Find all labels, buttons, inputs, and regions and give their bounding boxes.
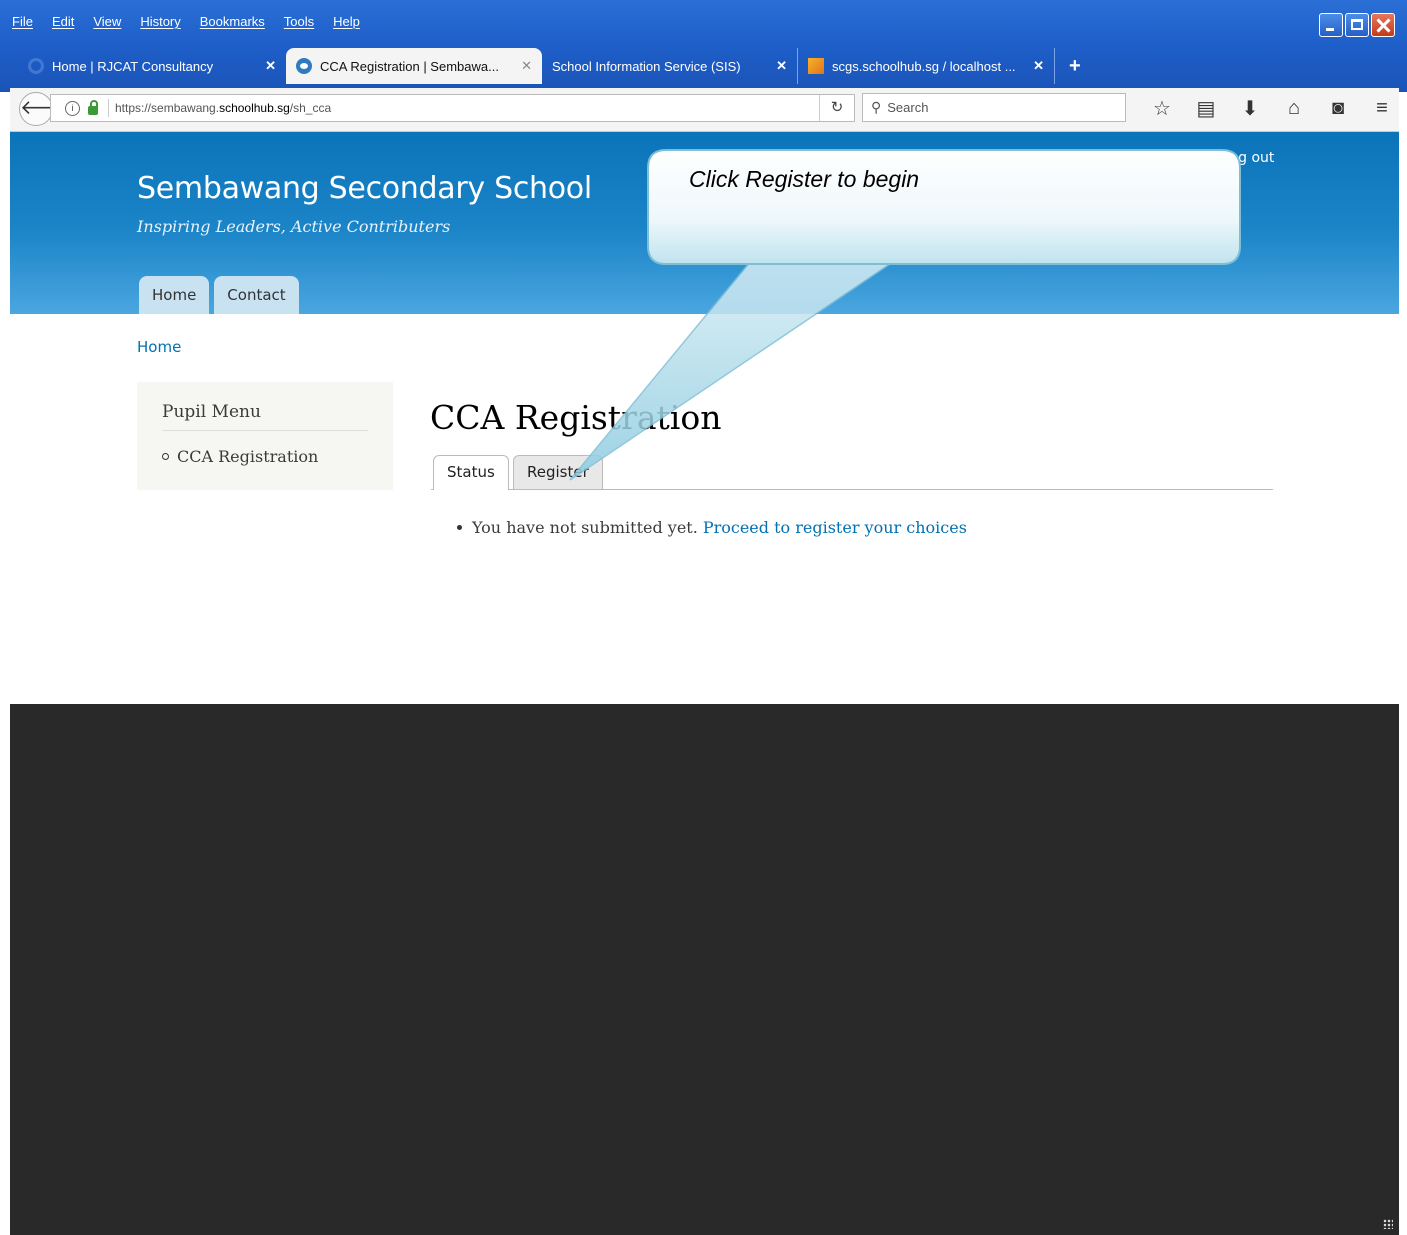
info-icon[interactable]: i (65, 100, 80, 116)
drupal-icon (296, 58, 312, 74)
web-page: Sembawang Secondary School Inspiring Lea… (10, 132, 1399, 1235)
tab-label: Home | RJCAT Consultancy (52, 58, 214, 74)
hamburger-menu-icon[interactable]: ≡ (1360, 97, 1404, 120)
url-path: /sh_cca (289, 101, 332, 115)
sidebar-item-label: CCA Registration (177, 447, 319, 466)
tab-label: School Information Service (SIS) (552, 58, 741, 74)
status-text: You have not submitted yet. (472, 518, 698, 537)
url-separator (108, 99, 109, 117)
menu-bar: File Edit View History Bookmarks Tools H… (12, 14, 379, 34)
tab-label: CCA Registration | Sembawa... (320, 58, 499, 74)
menu-contact[interactable]: Contact (214, 276, 299, 314)
sidebar-item-cca-registration[interactable]: CCA Registration (162, 447, 318, 466)
status-message: You have not submitted yet. Proceed to r… (457, 518, 967, 537)
menu-bookmarks[interactable]: Bookmarks (200, 14, 265, 34)
sidebar-title: Pupil Menu (162, 402, 261, 422)
menu-edit[interactable]: Edit (52, 14, 74, 34)
logout-link[interactable]: Log out (1222, 150, 1274, 166)
close-tab-icon[interactable]: ✕ (776, 58, 787, 74)
pupil-menu-block: Pupil Menu CCA Registration (137, 382, 393, 490)
menu-help[interactable]: Help (333, 14, 360, 34)
window-controls (1319, 13, 1395, 37)
divider (162, 430, 368, 431)
new-tab-button[interactable]: + (1069, 55, 1081, 78)
download-icon[interactable]: ⬇ (1228, 96, 1272, 121)
lock-icon (88, 99, 98, 115)
url-host: schoolhub.sg (219, 101, 290, 115)
close-window-button[interactable] (1371, 13, 1395, 37)
site-header: Sembawang Secondary School Inspiring Lea… (10, 132, 1399, 314)
breadcrumb[interactable]: Home (137, 338, 181, 356)
bullet-icon (457, 525, 462, 530)
local-tabs: Status Register (431, 455, 1273, 490)
maximize-button[interactable] (1345, 13, 1369, 37)
page-title: CCA Registration (430, 398, 722, 437)
close-tab-icon[interactable]: ✕ (265, 58, 276, 74)
search-placeholder: Search (887, 100, 929, 115)
title-bar: File Edit View History Bookmarks Tools H… (0, 0, 1407, 92)
tab-sis[interactable]: School Information Service (SIS) ✕ (542, 48, 797, 84)
site-slogan: Inspiring Leaders, Active Contributers (137, 217, 451, 236)
menu-view[interactable]: View (93, 14, 121, 34)
tab-register[interactable]: Register (513, 455, 603, 489)
tab-label: scgs.schoolhub.sg / localhost ... (832, 58, 1016, 74)
menu-file[interactable]: File (12, 14, 33, 34)
pocket-icon[interactable]: ◙ (1316, 97, 1360, 120)
search-input[interactable]: ⚲ Search (862, 93, 1126, 122)
resize-grip-icon[interactable] (1383, 1219, 1393, 1229)
reload-icon[interactable]: ↻ (819, 95, 854, 121)
menu-home[interactable]: Home (139, 276, 210, 314)
tab-phpmyadmin[interactable]: scgs.schoolhub.sg / localhost ... ✕ (797, 48, 1055, 84)
circle-bullet-icon (162, 453, 169, 460)
site-name[interactable]: Sembawang Secondary School (137, 171, 592, 206)
home-icon[interactable]: ⌂ (1272, 97, 1316, 120)
minimize-button[interactable] (1319, 13, 1343, 37)
footer (10, 704, 1399, 1235)
loading-icon (28, 58, 44, 74)
browser-window: File Edit View History Bookmarks Tools H… (0, 0, 1407, 1235)
main-menu: Home Contact (139, 276, 299, 314)
tab-cca-registration[interactable]: CCA Registration | Sembawa... ✕ (286, 48, 542, 84)
bookmark-star-icon[interactable]: ☆ (1140, 96, 1184, 121)
search-icon: ⚲ (871, 99, 882, 115)
callout-text: Click Register to begin (689, 166, 920, 192)
tab-status[interactable]: Status (433, 455, 509, 490)
reading-list-icon[interactable]: ▤ (1184, 96, 1228, 121)
tab-strip: Home | RJCAT Consultancy ✕ CCA Registrat… (28, 48, 1081, 84)
url-prefix: https://sembawang. (115, 101, 220, 115)
tab-rjcat[interactable]: Home | RJCAT Consultancy ✕ (28, 48, 286, 84)
menu-tools[interactable]: Tools (284, 14, 314, 34)
navigation-toolbar: 🡐 i https://sembawang. schoolhub.sg/sh_cc… (10, 88, 1399, 132)
close-tab-icon[interactable]: ✕ (1033, 58, 1044, 74)
register-choices-link[interactable]: Proceed to register your choices (703, 518, 967, 537)
address-bar[interactable]: i https://sembawang. schoolhub.sg/sh_cca … (50, 94, 855, 122)
phpmyadmin-icon (808, 58, 824, 74)
close-tab-icon[interactable]: ✕ (521, 58, 532, 74)
back-button[interactable]: 🡐 (19, 92, 74, 126)
toolbar-icons: ☆ ▤ ⬇ ⌂ ◙ ≡ (1140, 96, 1404, 121)
menu-history[interactable]: History (140, 14, 180, 34)
